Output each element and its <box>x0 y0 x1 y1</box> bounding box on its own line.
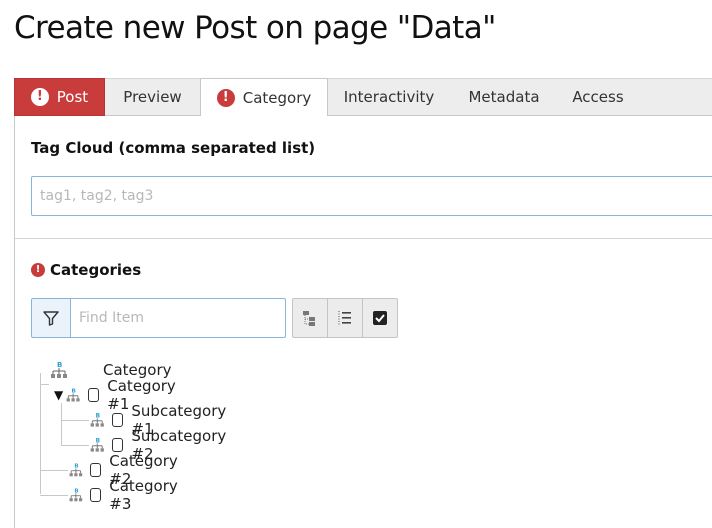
tab-preview[interactable]: Preview <box>105 78 200 116</box>
tab-label: Post <box>56 88 89 106</box>
categories-label: Categories <box>50 261 142 279</box>
tree-toolbar <box>292 298 398 338</box>
filter-icon-button[interactable] <box>31 298 71 338</box>
list-icon <box>338 311 351 325</box>
filter-icon <box>43 311 59 326</box>
error-icon: ! <box>216 88 235 107</box>
category-node-icon: B <box>90 414 104 427</box>
tree-connector <box>61 403 62 446</box>
category-node-icon: B <box>66 389 80 402</box>
category-tab-panel: Tag Cloud (comma separated list) ! Categ… <box>14 116 712 528</box>
tree-connector <box>61 445 89 446</box>
tag-cloud-label: Tag Cloud (comma separated list) <box>31 139 316 157</box>
select-all-button[interactable] <box>362 298 398 338</box>
category-node-icon: B <box>69 464 83 477</box>
divider <box>15 238 712 239</box>
error-icon: ! <box>30 88 49 106</box>
categories-label-row: ! Categories <box>31 261 141 279</box>
tab-label: Metadata <box>468 88 540 106</box>
tab-bar: ! Post Preview ! Category Interactivity … <box>14 78 712 117</box>
tab-label: Preview <box>123 88 182 106</box>
tab-label: Category <box>242 88 312 107</box>
category-checkbox[interactable] <box>89 463 102 477</box>
svg-text:B: B <box>74 464 78 470</box>
tree-connector <box>40 373 41 494</box>
checkbox-checked-icon <box>373 311 387 325</box>
tree-item-label: Category #3 <box>109 477 178 513</box>
tree-expand-icon <box>303 311 315 326</box>
tab-label: Access <box>572 88 624 106</box>
tree-connector <box>40 384 49 385</box>
tree-item-category-3[interactable]: B Category #3 <box>68 477 185 513</box>
tree-connector <box>40 495 68 496</box>
tab-metadata[interactable]: Metadata <box>450 78 558 116</box>
subcategory-checkbox[interactable] <box>111 413 124 427</box>
svg-text:B: B <box>74 489 78 495</box>
category-node-icon: B <box>90 439 104 452</box>
find-item-input[interactable] <box>70 298 286 338</box>
tab-post[interactable]: ! Post <box>14 78 105 116</box>
tree-connector <box>40 470 68 471</box>
show-list-button[interactable] <box>327 298 363 338</box>
expand-collapse-button[interactable] <box>292 298 328 338</box>
svg-text:B: B <box>72 389 76 395</box>
category-node-icon: B <box>51 361 67 378</box>
category-node-icon: B <box>69 489 83 502</box>
svg-text:B: B <box>57 361 62 369</box>
page-title: Create new Post on page "Data" <box>14 10 496 46</box>
subcategory-checkbox[interactable] <box>111 438 124 452</box>
category-checkbox[interactable] <box>87 388 100 402</box>
svg-text:B: B <box>96 439 100 445</box>
tab-access[interactable]: Access <box>558 78 638 116</box>
category-checkbox[interactable] <box>89 488 102 502</box>
collapse-triangle-icon[interactable]: ▼ <box>54 388 65 402</box>
error-icon: ! <box>31 263 45 277</box>
tab-label: Interactivity <box>343 88 435 106</box>
tab-interactivity[interactable]: Interactivity <box>328 78 450 116</box>
tag-cloud-input[interactable] <box>31 176 712 216</box>
svg-text:B: B <box>96 414 100 420</box>
tree-connector <box>61 420 89 421</box>
tab-category[interactable]: ! Category <box>200 78 328 117</box>
